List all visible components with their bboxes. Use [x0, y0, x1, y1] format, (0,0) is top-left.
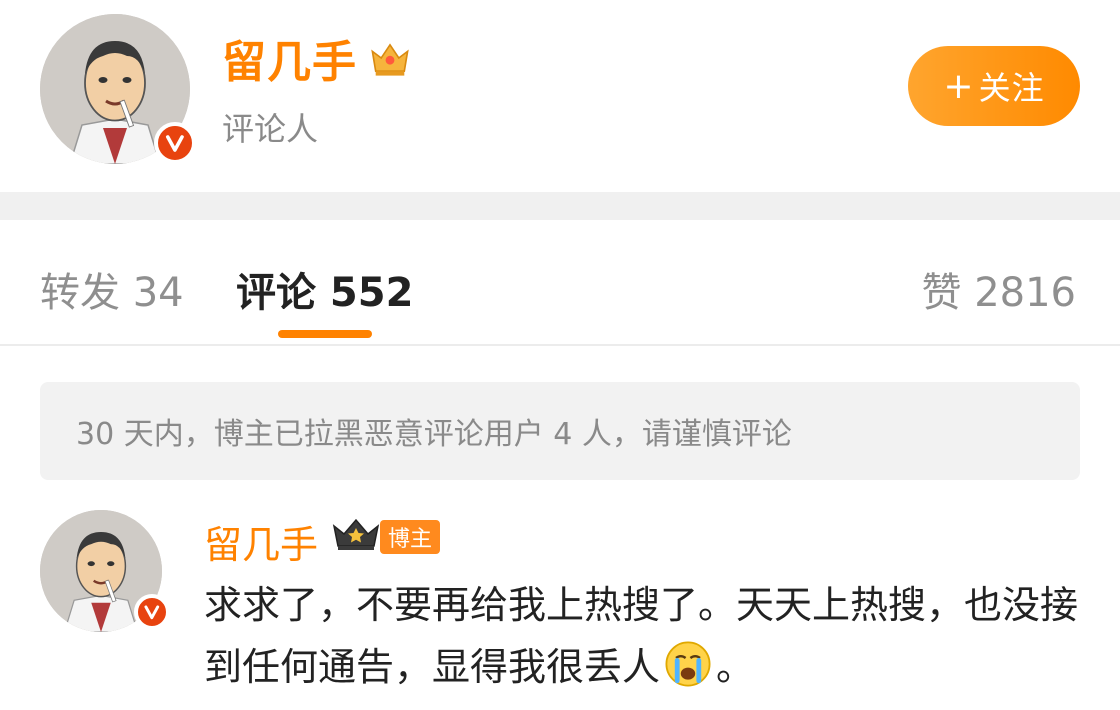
block-notice: 30 天内，博主已拉黑恶意评论用户 4 人，请谨慎评论 [40, 382, 1080, 480]
profile-header: 留几手 评论人 + 关注 [0, 0, 1120, 192]
comment-text: 求求了，不要再给我上热搜了。天天上热搜，也没接到任何通告，显得我很丢人 。 [204, 574, 1084, 698]
tab-like[interactable]: 赞 2816 [921, 260, 1076, 318]
verified-badge-icon [134, 594, 170, 630]
tab-repost[interactable]: 转发 34 [40, 260, 184, 318]
crying-face-icon [665, 641, 711, 687]
plus-icon: + [943, 65, 975, 107]
comment-body: 求求了，不要再给我上热搜了。天天上热搜，也没接到任何通告，显得我很丢人 [204, 583, 1079, 689]
tab-bar: 转发 34 评论 552 赞 2816 [0, 220, 1120, 346]
follow-button[interactable]: + 关注 [908, 46, 1080, 126]
active-tab-indicator [278, 330, 372, 338]
comment-avatar[interactable] [40, 510, 170, 632]
vip-crown-icon [332, 518, 380, 550]
profile-role: 评论人 [222, 110, 319, 148]
profile-avatar[interactable] [40, 14, 196, 164]
author-badge: 博主 [380, 520, 441, 554]
section-divider [0, 192, 1120, 220]
profile-name[interactable]: 留几手 [222, 26, 357, 90]
follow-label: 关注 [978, 69, 1045, 107]
comment-period: 。 [716, 645, 755, 689]
comment-author-name[interactable]: 留几手 [204, 514, 318, 569]
tab-comment[interactable]: 评论 552 [236, 260, 413, 318]
vip-crown-icon [371, 43, 409, 76]
notice-text: 30 天内，博主已拉黑恶意评论用户 4 人，请谨慎评论 [76, 417, 792, 452]
verified-badge-icon [154, 122, 196, 164]
